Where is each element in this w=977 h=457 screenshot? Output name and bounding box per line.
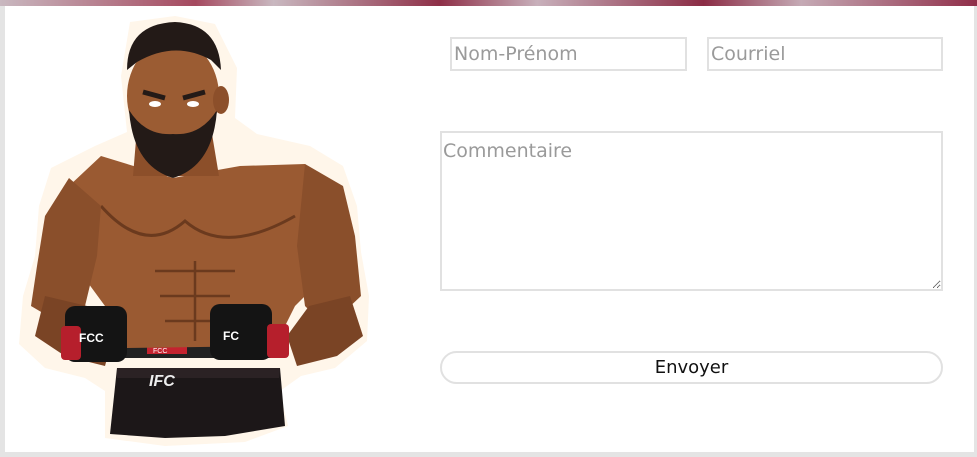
waistband-logo: FCC xyxy=(153,348,167,355)
shorts-logo: IFC xyxy=(149,373,175,390)
name-input[interactable] xyxy=(450,37,687,71)
mma-fighter-illustration: FCC FCC FC IFC xyxy=(19,16,369,446)
right-glove-logo: FC xyxy=(223,329,239,343)
left-glove-logo: FCC xyxy=(79,331,104,345)
send-button[interactable]: Envoyer xyxy=(440,351,943,384)
email-input[interactable] xyxy=(707,37,943,71)
comment-textarea[interactable] xyxy=(440,131,943,291)
contact-card: FCC FCC FC IFC Nom-Prénom Courriel Comme… xyxy=(5,6,974,452)
